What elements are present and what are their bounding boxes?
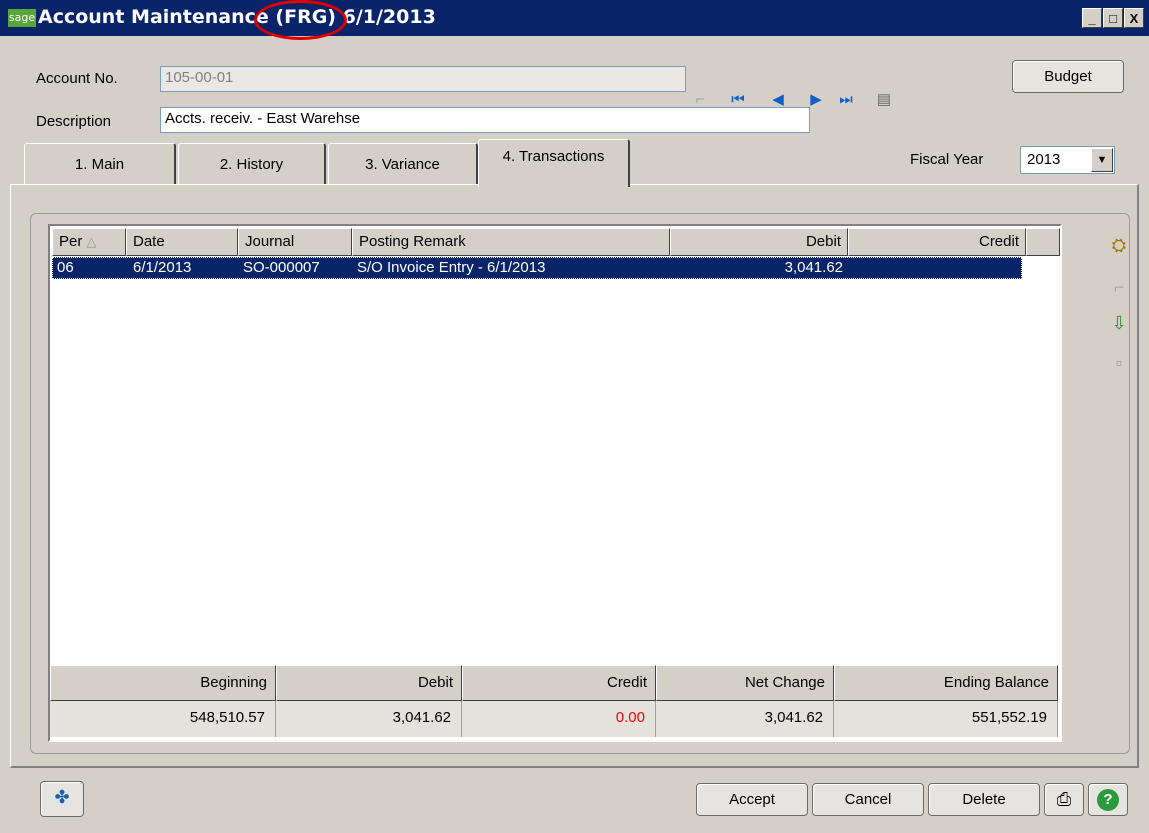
sage-logo: sage bbox=[8, 9, 36, 27]
fiscal-year-select[interactable]: 2013 ▼ bbox=[1020, 146, 1115, 174]
account-no-field[interactable]: 105-00-01 bbox=[160, 66, 686, 92]
previous-record-icon[interactable]: ◀ bbox=[770, 92, 786, 108]
table-row[interactable]: 06 6/1/2013 SO-000007 S/O Invoice Entry … bbox=[52, 257, 1022, 279]
title-bar: sage Account Maintenance (FRG) 6/1/2013 … bbox=[0, 0, 1149, 36]
column-header-per[interactable]: Per △ bbox=[52, 228, 126, 256]
help-button[interactable]: ? bbox=[1088, 783, 1128, 816]
print-button[interactable]: ⎙ bbox=[1044, 783, 1084, 816]
first-record-icon[interactable]: ⏮ bbox=[730, 92, 746, 108]
printer-icon: ⎙ bbox=[1056, 789, 1072, 809]
close-button[interactable]: X bbox=[1124, 8, 1144, 28]
total-ending-balance: 551,552.19 bbox=[834, 701, 1058, 737]
memo-icon[interactable]: ▤ bbox=[876, 92, 892, 108]
cell-remark: S/O Invoice Entry - 6/1/2013 bbox=[357, 259, 546, 276]
column-header-blank bbox=[1026, 228, 1060, 256]
total-beginning: 548,510.57 bbox=[50, 701, 276, 737]
total-credit: 0.00 bbox=[462, 701, 656, 737]
total-header-debit: Debit bbox=[276, 665, 462, 701]
fiscal-year-value: 2013 bbox=[1027, 151, 1061, 168]
total-header-ending-balance: Ending Balance bbox=[834, 665, 1058, 701]
fiscal-year-label: Fiscal Year bbox=[910, 151, 984, 168]
column-header-credit[interactable]: Credit bbox=[848, 228, 1026, 256]
tab-main[interactable]: 1. Main bbox=[24, 143, 176, 185]
tab-history[interactable]: 2. History bbox=[178, 143, 326, 185]
tab-transactions[interactable]: 4. Transactions bbox=[478, 139, 630, 187]
delete-button[interactable]: Delete bbox=[928, 783, 1040, 816]
column-header-journal[interactable]: Journal bbox=[238, 228, 352, 256]
total-header-beginning: Beginning bbox=[50, 665, 276, 701]
total-net-change: 3,041.62 bbox=[656, 701, 834, 737]
cell-journal: SO-000007 bbox=[243, 259, 320, 276]
window-title: Account Maintenance (FRG) 6/1/2013 bbox=[38, 6, 436, 28]
column-header-date[interactable]: Date bbox=[126, 228, 238, 256]
windows-button[interactable]: ✤ bbox=[40, 781, 84, 817]
binoculars-icon[interactable]: ⛭ bbox=[1108, 234, 1130, 256]
blank-icon[interactable]: ▫ bbox=[1108, 352, 1130, 374]
last-record-icon[interactable]: ⏭ bbox=[838, 92, 854, 108]
cell-date: 6/1/2013 bbox=[133, 259, 192, 276]
account-no-label: Account No. bbox=[36, 70, 118, 87]
cell-debit: 3,041.62 bbox=[784, 259, 843, 276]
cancel-button[interactable]: Cancel bbox=[812, 783, 924, 816]
account-maintenance-window: sage Account Maintenance (FRG) 6/1/2013 … bbox=[0, 0, 1149, 833]
tab-variance[interactable]: 3. Variance bbox=[328, 143, 478, 185]
lookup-icon[interactable]: ⌐ bbox=[692, 92, 708, 108]
description-label: Description bbox=[36, 113, 112, 130]
budget-button[interactable]: Budget bbox=[1012, 60, 1124, 93]
help-icon: ? bbox=[1097, 789, 1119, 811]
sort-asc-icon: △ bbox=[86, 234, 97, 249]
description-field[interactable]: Accts. receiv. - East Warehse bbox=[160, 107, 810, 133]
accept-button[interactable]: Accept bbox=[696, 783, 808, 816]
minimize-button[interactable]: _ bbox=[1082, 8, 1102, 28]
column-header-debit[interactable]: Debit bbox=[670, 228, 848, 256]
column-header-posting-remark[interactable]: Posting Remark bbox=[352, 228, 670, 256]
blank-icon[interactable]: ⌐ bbox=[1108, 276, 1130, 298]
windows-icon: ✤ bbox=[54, 787, 70, 807]
annotation-circle bbox=[254, 0, 347, 40]
cell-per: 06 bbox=[57, 259, 74, 276]
total-header-credit: Credit bbox=[462, 665, 656, 701]
next-record-icon[interactable]: ▶ bbox=[808, 92, 824, 108]
total-header-net-change: Net Change bbox=[656, 665, 834, 701]
chevron-down-icon[interactable]: ▼ bbox=[1091, 148, 1113, 172]
export-icon[interactable]: ⇩ bbox=[1108, 312, 1130, 334]
maximize-button[interactable]: □ bbox=[1103, 8, 1123, 28]
total-debit: 3,041.62 bbox=[276, 701, 462, 737]
